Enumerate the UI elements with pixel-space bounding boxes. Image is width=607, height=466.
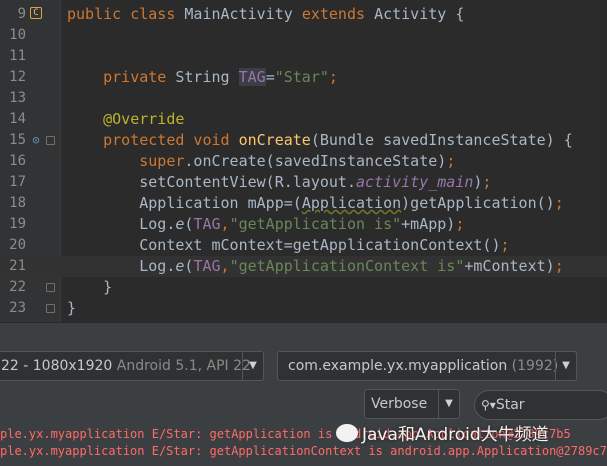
code-line[interactable]: 9 Cpublic class MainActivity extends Acti…	[0, 4, 607, 25]
chevron-down-icon[interactable]: ▼	[555, 352, 576, 380]
code-line[interactable]: 19 Log.e(TAG,"getApplication is"+mApp);	[0, 214, 607, 235]
code-line[interactable]: 15 ⊙ protected void onCreate(Bundle saved…	[0, 130, 607, 151]
fold-icon[interactable]	[46, 136, 55, 145]
watermark-text: Java和Android大牛频道	[362, 425, 549, 445]
line-number: 17	[9, 174, 26, 190]
code-line[interactable]: 17 setContentView(R.layout.activity_main…	[0, 172, 607, 193]
code-text: setContentView(R.layout.activity_main);	[67, 173, 492, 191]
line-number: 18	[9, 195, 26, 211]
code-line[interactable]: 20 Context mContext=getApplicationContex…	[0, 235, 607, 256]
code-text: @Override	[103, 110, 185, 128]
code-line[interactable]: 12 private String TAG="Star";	[0, 67, 607, 88]
process-selector[interactable]: com.example.yx.myapplication (1992) ▼	[277, 351, 577, 381]
line-number: 9	[17, 6, 26, 22]
line-number: 13	[9, 90, 26, 106]
code-text: public class MainActivity extends Activi…	[67, 5, 465, 23]
code-line[interactable]: 16 super.onCreate(savedInstanceState);	[0, 151, 607, 172]
code-line[interactable]: 21 Log.e(TAG,"getApplicationContext is"+…	[0, 256, 607, 277]
line-number: 11	[9, 48, 26, 64]
wechat-icon	[336, 424, 358, 442]
code-editor[interactable]: 9 Cpublic class MainActivity extends Acti…	[0, 0, 607, 322]
fold-icon[interactable]	[46, 304, 55, 313]
override-icon[interactable]: ⊙	[30, 134, 42, 146]
code-line[interactable]: 13	[0, 88, 607, 109]
code-text: Context mContext=getApplicationContext()…	[67, 236, 510, 254]
search-value: Star	[495, 397, 525, 413]
logcat-search-input[interactable]: ⚲▾Star	[474, 390, 607, 420]
fold-icon[interactable]	[46, 283, 55, 292]
code-text: super.onCreate(savedInstanceState);	[139, 152, 456, 170]
device-api: Android 5.1, API 22	[112, 358, 251, 374]
line-number: 14	[9, 111, 26, 127]
code-text: private String TAG="Star";	[103, 68, 338, 86]
line-number: 16	[9, 153, 26, 169]
line-number: 21	[9, 258, 26, 274]
device-selector[interactable]: 22 - 1080x1920 Android 5.1, API 22 ▼	[0, 351, 264, 381]
code-text: protected void onCreate(Bundle savedInst…	[103, 131, 573, 149]
class-c-icon[interactable]: C	[30, 7, 42, 19]
line-number: 23	[9, 300, 26, 316]
code-text: Log.e(TAG,"getApplicationContext is"+mCo…	[67, 257, 564, 275]
search-icon: ⚲▾	[481, 398, 496, 412]
code-text: Log.e(TAG,"getApplication is"+mApp);	[67, 215, 465, 233]
line-number: 19	[9, 216, 26, 232]
log-level-select[interactable]: Verbose ▼	[364, 389, 460, 419]
code-text: }	[67, 299, 77, 317]
line-number: 20	[9, 237, 26, 253]
process-name: com.example.yx.myapplication	[288, 358, 508, 374]
line-number: 22	[9, 279, 26, 295]
code-line[interactable]: 14 @Override	[0, 109, 607, 130]
code-line[interactable]: 10	[0, 25, 607, 46]
line-number: 10	[9, 27, 26, 43]
code-text: Application mApp=(Application)getApplica…	[67, 194, 564, 212]
line-number: 12	[9, 69, 26, 85]
log-level-value: Verbose	[371, 396, 428, 412]
watermark: Java和Android大牛频道	[336, 422, 549, 448]
code-line[interactable]: 23}	[0, 298, 607, 319]
code-line[interactable]: 11	[0, 46, 607, 67]
chevron-down-icon[interactable]: ▼	[242, 352, 263, 380]
code-text: }	[67, 278, 113, 296]
line-number: 15	[9, 132, 26, 148]
chevron-down-icon[interactable]: ▼	[438, 390, 459, 418]
device-name: 22 - 1080x1920	[1, 358, 113, 374]
code-line[interactable]: 22 }	[0, 277, 607, 298]
code-line[interactable]: 18 Application mApp=(Application)getAppl…	[0, 193, 607, 214]
process-pid: (1992)	[507, 358, 559, 374]
